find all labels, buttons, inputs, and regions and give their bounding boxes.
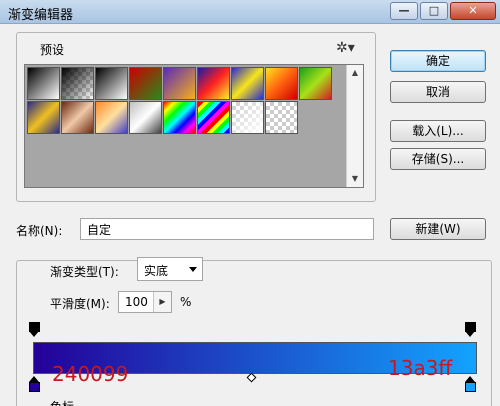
ok-button[interactable]: 确定: [390, 50, 486, 72]
preset-swatch[interactable]: [163, 101, 196, 134]
preset-swatch[interactable]: [129, 101, 162, 134]
maximize-button[interactable]: □: [420, 2, 448, 20]
preset-swatch[interactable]: [163, 67, 196, 100]
preset-swatch[interactable]: [231, 67, 264, 100]
presets-scrollbar[interactable]: ▲ ▼: [346, 65, 363, 187]
title-bar: 渐变编辑器 — □ ✕: [0, 0, 500, 24]
presets-panel: ▲ ▼: [24, 64, 364, 188]
start-color-hex: 240099: [52, 362, 129, 386]
close-button[interactable]: ✕: [450, 2, 496, 20]
percent-sign: %: [180, 295, 192, 309]
scroll-down-icon[interactable]: ▼: [347, 171, 363, 187]
color-stop-left[interactable]: [29, 376, 40, 392]
preset-swatch[interactable]: [265, 101, 298, 134]
opacity-stop-tip: [465, 331, 475, 337]
close-icon: ✕: [468, 4, 478, 17]
window-title: 渐变编辑器: [8, 8, 74, 23]
smoothness-label: 平滑度(M):: [50, 297, 110, 311]
name-label: 名称(N):: [16, 224, 63, 238]
opacity-stop-tip: [29, 331, 39, 337]
presets-label: 预设: [36, 41, 69, 58]
preset-swatch[interactable]: [27, 67, 60, 100]
preset-swatch[interactable]: [197, 67, 230, 100]
preset-swatch[interactable]: [95, 67, 128, 100]
load-button[interactable]: 载入(L)...: [390, 120, 486, 142]
preset-swatch[interactable]: [265, 67, 298, 100]
opacity-stop-right[interactable]: [465, 322, 476, 338]
preset-swatch[interactable]: [61, 67, 94, 100]
preset-swatch[interactable]: [299, 67, 332, 100]
gradient-type-label: 渐变类型(T):: [50, 265, 119, 279]
maximize-icon: □: [428, 4, 440, 17]
minimize-button[interactable]: —: [390, 2, 418, 20]
new-button[interactable]: 新建(W): [390, 218, 486, 240]
preset-swatch[interactable]: [231, 101, 264, 134]
color-stop-swatch: [465, 382, 476, 392]
end-color-hex: 13a3ff: [388, 356, 453, 380]
smoothness-value: 100: [125, 295, 148, 309]
preset-swatch[interactable]: [197, 101, 230, 134]
smoothness-slider-icon[interactable]: ▶: [153, 292, 171, 312]
preset-swatch[interactable]: [95, 101, 128, 134]
save-button[interactable]: 存储(S)...: [390, 148, 486, 170]
gradient-type-value: 实底: [144, 264, 169, 278]
gradient-type-select[interactable]: 实底: [137, 257, 203, 281]
smoothness-input[interactable]: 100 ▶: [118, 291, 172, 313]
preset-swatch[interactable]: [61, 101, 94, 134]
color-stop-swatch: [29, 382, 40, 392]
preset-swatch[interactable]: [27, 101, 60, 134]
name-input[interactable]: [80, 218, 374, 240]
color-stop-label: 色标: [50, 398, 74, 406]
preset-swatch[interactable]: [129, 67, 162, 100]
minimize-icon: —: [398, 4, 410, 17]
scroll-up-icon[interactable]: ▲: [347, 65, 363, 81]
color-stop-right[interactable]: [465, 376, 476, 392]
gear-icon[interactable]: ✲▾: [336, 40, 355, 56]
cancel-button[interactable]: 取消: [390, 81, 486, 103]
chevron-down-icon: [189, 267, 197, 272]
opacity-stop-left[interactable]: [29, 322, 40, 338]
